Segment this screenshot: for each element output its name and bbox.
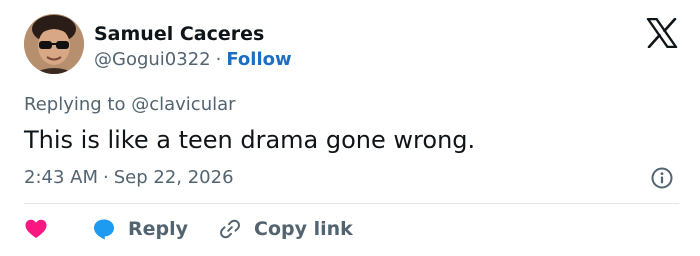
like-button[interactable] [24, 217, 48, 241]
tweet-card: Samuel Caceres @Gogui0322 · Follow Replyin… [0, 0, 700, 256]
avatar-image [24, 14, 84, 74]
tweet-text: This is like a teen drama gone wrong. [24, 126, 476, 154]
reply-label: Reply [128, 218, 189, 240]
copy-link-label: Copy link [254, 218, 353, 240]
x-logo-icon[interactable] [646, 18, 678, 48]
tweet-timestamp[interactable]: 2:43 AM · Sep 22, 2026 [24, 166, 234, 190]
info-icon[interactable] [650, 166, 674, 190]
tweet-date: Sep 22, 2026 [113, 167, 234, 188]
action-bar: Reply Copy link [24, 214, 353, 244]
author-name[interactable]: Samuel Caceres [94, 22, 264, 46]
replying-to: Replying to @clavicular [24, 93, 236, 117]
author-handle[interactable]: @Gogui0322 [94, 49, 211, 70]
heart-icon [25, 219, 47, 238]
replying-to-prefix: Replying to [24, 94, 126, 115]
author-meta: @Gogui0322 · Follow [94, 48, 292, 72]
timestamp-separator: · [103, 167, 109, 188]
copy-link-button[interactable]: Copy link [218, 217, 353, 241]
divider [24, 203, 679, 204]
speech-bubble-icon [94, 219, 114, 240]
replying-to-handle[interactable]: @clavicular [131, 94, 235, 115]
link-icon [220, 219, 240, 239]
meta-separator: · [215, 49, 222, 70]
reply-button[interactable]: Reply [92, 217, 188, 241]
follow-button[interactable]: Follow [226, 49, 291, 70]
avatar[interactable] [24, 14, 84, 74]
tweet-time: 2:43 AM [24, 167, 98, 188]
